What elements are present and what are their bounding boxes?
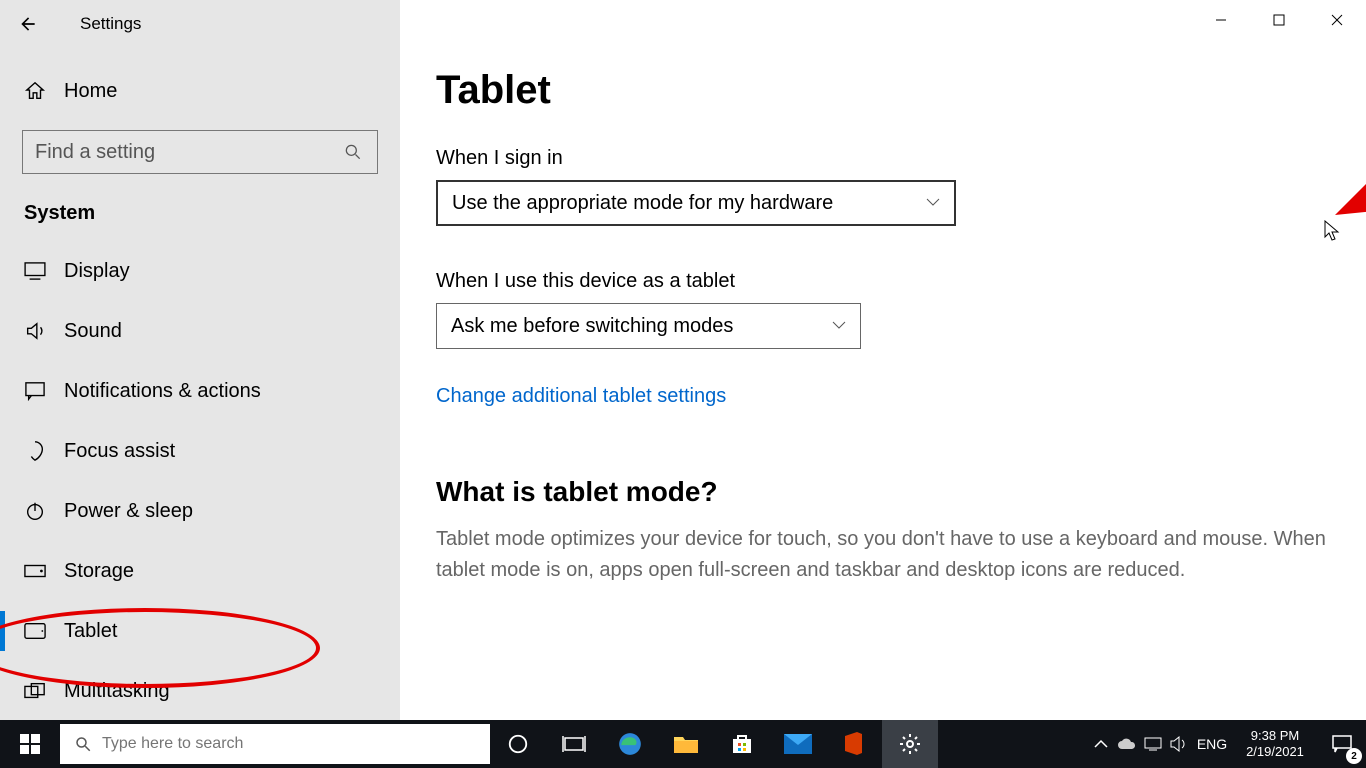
notification-badge: 2 [1346, 748, 1362, 764]
gear-icon [898, 732, 922, 756]
notifications-icon [24, 381, 46, 401]
tray-overflow[interactable] [1088, 720, 1114, 768]
sidebar-item-label: Display [64, 260, 130, 283]
arrow-left-icon [18, 14, 38, 34]
sound-icon [24, 320, 46, 342]
volume-icon [1170, 736, 1188, 752]
nav-list: Display Sound Notifications & actions Fo… [0, 241, 400, 721]
taskview-icon [562, 734, 586, 754]
tray-volume[interactable] [1166, 720, 1192, 768]
minimize-button[interactable] [1192, 0, 1250, 40]
sidebar-item-label: Power & sleep [64, 500, 193, 523]
taskbar-office[interactable] [826, 720, 882, 768]
app-title: Settings [80, 14, 141, 34]
taskbar-mail[interactable] [770, 720, 826, 768]
display-icon [24, 262, 46, 280]
taskbar-store[interactable] [714, 720, 770, 768]
maximize-button[interactable] [1250, 0, 1308, 40]
search-field[interactable] [35, 141, 341, 164]
taskbar-search-field[interactable] [102, 735, 476, 753]
sidebar-item-multitasking[interactable]: Multitasking [0, 661, 400, 721]
mail-icon [784, 734, 812, 754]
tray-date: 2/19/2021 [1232, 744, 1318, 760]
tablet-icon [24, 622, 46, 640]
sidebar-item-label: Focus assist [64, 440, 175, 463]
tray-clock[interactable]: 9:38 PM 2/19/2021 [1232, 728, 1318, 761]
tray-time: 9:38 PM [1232, 728, 1318, 744]
tray-display[interactable] [1140, 720, 1166, 768]
sidebar-item-display[interactable]: Display [0, 241, 400, 301]
search-wrap [22, 130, 378, 174]
additional-settings-link[interactable]: Change additional tablet settings [436, 385, 726, 408]
sidebar-item-power-sleep[interactable]: Power & sleep [0, 481, 400, 541]
power-icon [24, 500, 46, 522]
sidebar-item-focus-assist[interactable]: Focus assist [0, 421, 400, 481]
sidebar-item-tablet[interactable]: Tablet [0, 601, 400, 661]
search-icon [341, 142, 365, 162]
sidebar-item-storage[interactable]: Storage [0, 541, 400, 601]
cortana-icon [507, 733, 529, 755]
device-dropdown[interactable]: Ask me before switching modes [436, 303, 861, 349]
taskbar-pinned [490, 720, 938, 768]
taskbar: ENG 9:38 PM 2/19/2021 2 [0, 720, 1366, 768]
storage-icon [24, 564, 46, 578]
what-is-title: What is tablet mode? [436, 476, 1330, 508]
multitasking-icon [24, 682, 46, 700]
signin-label: When I sign in [436, 147, 1330, 170]
sidebar-item-label: Multitasking [64, 680, 170, 703]
device-label: When I use this device as a tablet [436, 270, 1330, 293]
focus-assist-icon [24, 440, 46, 462]
taskbar-edge[interactable] [602, 720, 658, 768]
taskbar-search[interactable] [60, 724, 490, 764]
home-label: Home [64, 80, 117, 103]
sidebar-item-label: Tablet [64, 620, 117, 643]
group-title: System [24, 202, 400, 225]
cloud-icon [1117, 737, 1137, 751]
sidebar-item-home[interactable]: Home [0, 68, 400, 114]
main-content: Tablet When I sign in Use the appropriat… [400, 0, 1366, 720]
sidebar-item-sound[interactable]: Sound [0, 301, 400, 361]
what-is-body: Tablet mode optimizes your device for to… [436, 524, 1330, 586]
windows-icon [20, 734, 40, 754]
chevron-up-icon [1094, 739, 1108, 749]
home-icon [24, 80, 46, 102]
tray-onedrive[interactable] [1114, 720, 1140, 768]
titlebar: Settings [0, 0, 400, 48]
monitor-icon [1144, 737, 1162, 751]
close-button[interactable] [1308, 0, 1366, 40]
taskbar-explorer[interactable] [658, 720, 714, 768]
window-controls [1192, 0, 1366, 40]
search-icon [74, 735, 92, 753]
taskbar-taskview[interactable] [546, 720, 602, 768]
device-dropdown-value: Ask me before switching modes [451, 315, 733, 338]
sidebar-item-notifications[interactable]: Notifications & actions [0, 361, 400, 421]
folder-icon [673, 733, 699, 755]
store-icon [730, 732, 754, 756]
search-input[interactable] [22, 130, 378, 174]
action-center-button[interactable]: 2 [1318, 720, 1366, 768]
taskbar-settings[interactable] [882, 720, 938, 768]
chevron-down-icon [926, 198, 940, 208]
system-tray: ENG 9:38 PM 2/19/2021 2 [1088, 720, 1366, 768]
sidebar-item-label: Sound [64, 320, 122, 343]
tray-language[interactable]: ENG [1192, 736, 1232, 752]
office-icon [843, 731, 865, 757]
sidebar: Settings Home System Display [0, 0, 400, 720]
taskbar-cortana[interactable] [490, 720, 546, 768]
start-button[interactable] [0, 720, 60, 768]
signin-dropdown[interactable]: Use the appropriate mode for my hardware [436, 180, 956, 226]
sidebar-item-label: Notifications & actions [64, 380, 261, 403]
sidebar-item-label: Storage [64, 560, 134, 583]
chevron-down-icon [832, 321, 846, 331]
signin-dropdown-value: Use the appropriate mode for my hardware [452, 192, 833, 215]
cursor-icon [1324, 220, 1342, 242]
edge-icon [617, 731, 643, 757]
page-title: Tablet [436, 68, 1330, 113]
back-button[interactable] [0, 0, 56, 48]
